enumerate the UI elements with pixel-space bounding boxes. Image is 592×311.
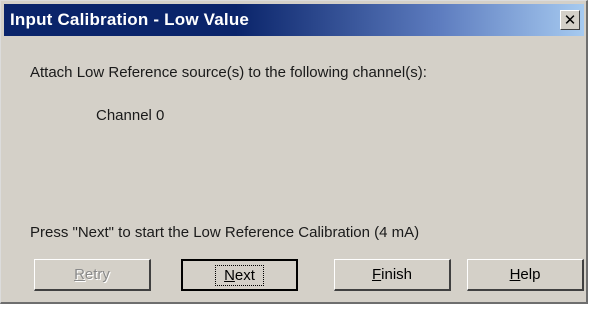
calibration-dialog: Input Calibration - Low Value ✕ Attach L… — [0, 0, 588, 304]
next-button-label: Next — [215, 264, 264, 286]
retry-mnemonic: R — [74, 266, 85, 283]
dialog-title: Input Calibration - Low Value — [10, 10, 250, 29]
title-bar[interactable]: Input Calibration - Low Value ✕ — [4, 4, 584, 36]
next-mnemonic: N — [224, 266, 235, 284]
finish-button-label: Finish — [372, 266, 412, 283]
retry-button-label: Retry — [74, 266, 110, 283]
help-button-label: Help — [510, 266, 541, 283]
help-mnemonic: H — [509, 266, 521, 283]
finish-button[interactable]: Finish — [334, 259, 451, 291]
help-label-rest: elp — [520, 266, 541, 283]
close-icon: ✕ — [563, 11, 577, 29]
retry-button[interactable]: Retry — [34, 259, 151, 291]
finish-mnemonic: F — [371, 266, 382, 283]
next-label-rest: ext — [234, 266, 255, 284]
instruction-text: Attach Low Reference source(s) to the fo… — [30, 64, 427, 81]
close-button[interactable]: ✕ — [560, 10, 580, 30]
next-button[interactable]: Next — [181, 259, 298, 291]
retry-label-rest: etry — [84, 266, 110, 283]
help-button[interactable]: Help — [467, 259, 584, 291]
press-next-text: Press "Next" to start the Low Reference … — [30, 224, 420, 241]
channel-label: Channel 0 — [96, 107, 165, 124]
finish-label-rest: inish — [381, 266, 413, 283]
